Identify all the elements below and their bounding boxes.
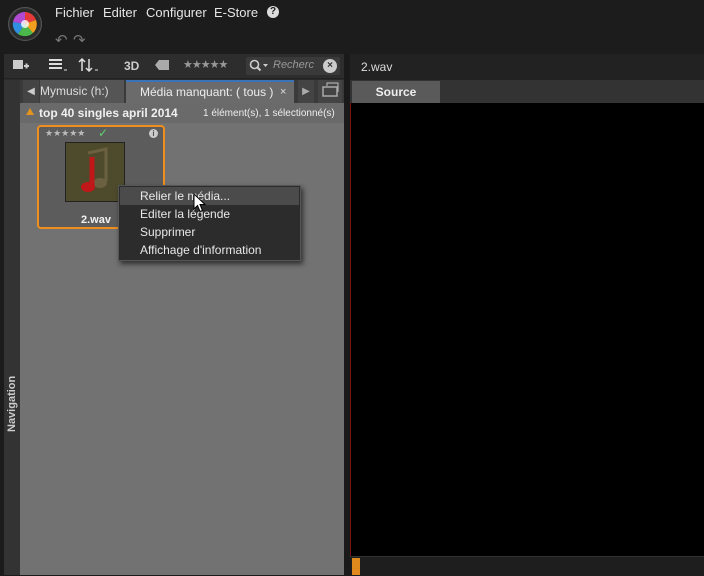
menu-item-edit-caption[interactable]: Editer la légende (120, 205, 299, 223)
navigation-sidebar[interactable]: Navigation (4, 80, 20, 575)
clear-search-icon[interactable]: × (323, 59, 337, 73)
view-3d-button[interactable]: 3D (124, 59, 139, 73)
music-note-icon (66, 143, 124, 201)
search-icon (249, 59, 269, 78)
preview-viewer[interactable] (350, 103, 704, 556)
tab-options-icon[interactable] (318, 80, 342, 103)
check-icon: ✓ (98, 126, 109, 140)
audio-thumbnail[interactable] (65, 142, 125, 202)
tag-icon[interactable] (154, 59, 170, 74)
close-tab-icon[interactable]: × (280, 82, 286, 103)
menu-item-info-label: Affichage d'information (140, 243, 262, 257)
tab-scroll-right-icon[interactable]: ▶ (298, 80, 314, 103)
item-rating[interactable]: ★★★★★ (45, 128, 85, 139)
add-location-icon[interactable] (12, 58, 30, 75)
tab-missing-media-label: Média manquant: ( tous ) (140, 85, 274, 99)
help-icon[interactable]: ? (267, 6, 279, 18)
preview-timeline[interactable] (350, 556, 704, 576)
context-menu: Relier le média... Editer la légende Sup… (118, 185, 301, 261)
info-icon[interactable]: i (149, 129, 158, 138)
search-input[interactable]: Recherc (273, 59, 319, 71)
undo-icon[interactable]: ↶ (55, 31, 68, 49)
menu-item-info[interactable]: Affichage d'information (120, 241, 299, 259)
menu-item-relink[interactable]: Relier le média... (120, 187, 299, 205)
redo-icon[interactable]: ↷ (73, 31, 86, 49)
menu-item-delete[interactable]: Supprimer (120, 223, 299, 241)
menu-item-relink-label: Relier le média... (140, 189, 231, 203)
tab-mymusic[interactable]: Mymusic (h:) (40, 80, 124, 103)
preview-file-title: 2.wav (361, 60, 393, 74)
tab-scroll-left-icon[interactable]: ◀ (23, 80, 39, 103)
menu-item-edit-caption-label: Editer la légende (140, 207, 231, 221)
tab-mymusic-label: Mymusic (h:) (40, 84, 109, 98)
media-item-name: 2.wav (81, 214, 111, 226)
navigation-label: Navigation (6, 375, 18, 432)
menu-fichier[interactable]: Fichier (55, 5, 94, 20)
menu-configurer[interactable]: Configurer (146, 5, 207, 20)
menu-editer[interactable]: Editer (103, 5, 137, 20)
group-count: 1 élément(s), 1 sélectionné(s) (203, 108, 335, 119)
group-title: top 40 singles april 2014 (39, 106, 178, 120)
tab-source[interactable]: Source (352, 81, 440, 103)
menu-item-delete-label: Supprimer (140, 225, 196, 239)
mouse-cursor-icon (193, 192, 207, 218)
sort-icon[interactable] (78, 57, 100, 75)
rating-filter[interactable]: ★★★★★ (183, 58, 228, 71)
menu-estore[interactable]: E-Store (214, 5, 258, 20)
list-view-icon[interactable] (48, 58, 70, 75)
tab-missing-media[interactable]: Média manquant: ( tous ) × (126, 80, 294, 103)
playhead-handle[interactable] (352, 558, 360, 575)
collapse-triangle-icon[interactable] (26, 108, 34, 115)
app-logo-icon[interactable] (8, 7, 42, 41)
